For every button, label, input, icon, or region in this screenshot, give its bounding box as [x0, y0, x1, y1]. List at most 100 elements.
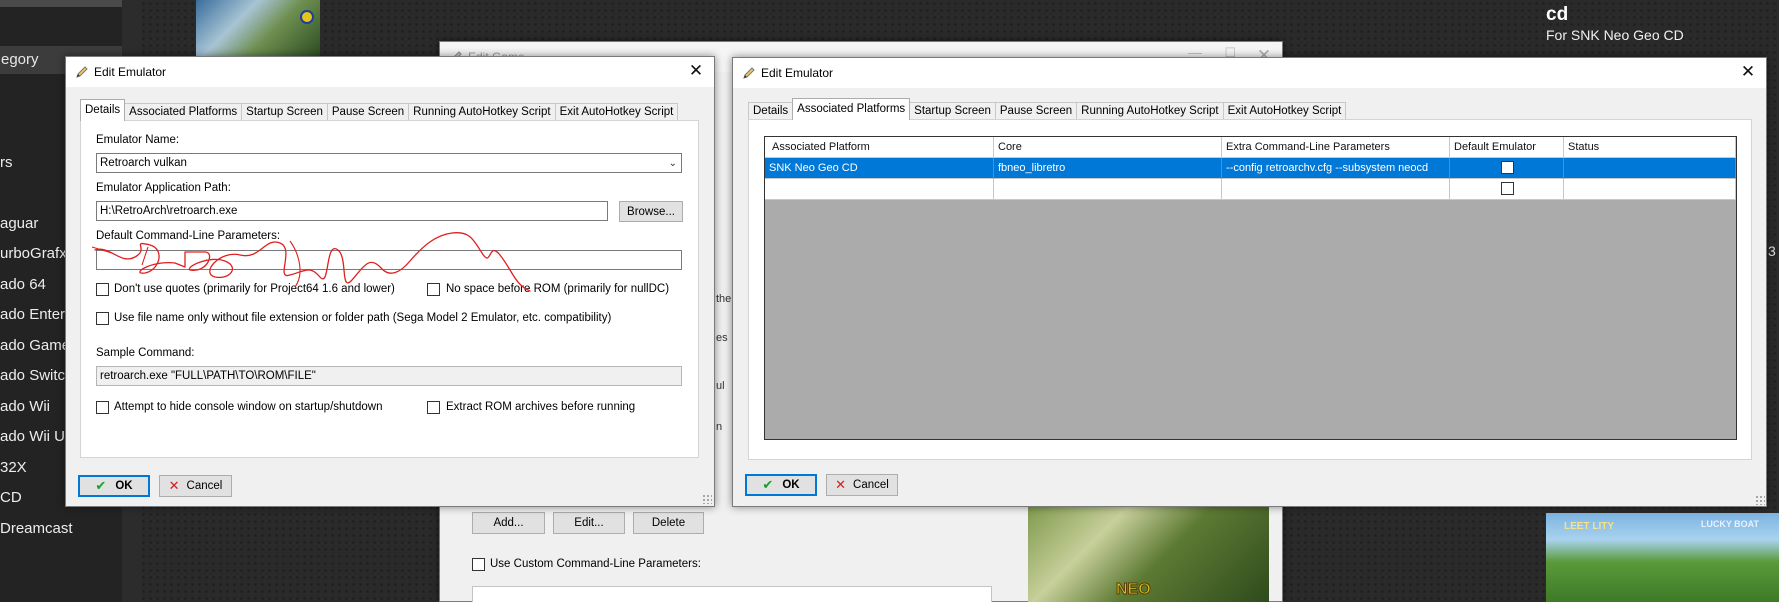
dont-use-quotes-label: Don't use quotes (primarily for Project6… — [114, 283, 395, 295]
status-cell[interactable] — [1564, 158, 1736, 179]
sidebar-item[interactable]: ado 64 — [0, 276, 46, 293]
default-emulator-checkbox[interactable] — [1500, 161, 1514, 174]
use-custom-params-checkbox[interactable] — [472, 558, 485, 571]
column-header-default-emulator[interactable]: Default Emulator — [1450, 137, 1564, 158]
sidebar-item[interactable]: urboGrafx- — [0, 245, 72, 262]
dialog-titlebar: Edit Emulator ✕ — [66, 57, 714, 87]
extract-rom-label: Extract ROM archives before running — [446, 401, 636, 413]
close-icon[interactable]: ✕ — [686, 61, 706, 81]
details-panel: Emulator Name: Retroarch vulkan ⌄ Emulat… — [80, 120, 699, 458]
platform-subtitle: For SNK Neo Geo CD — [1546, 27, 1684, 43]
app-path-input[interactable]: H:\RetroArch\retroarch.exe — [96, 201, 608, 221]
add-button[interactable]: Add... — [472, 512, 545, 534]
use-file-name-only-checkbox[interactable] — [96, 312, 109, 325]
sidebar-item[interactable]: 32X — [0, 459, 27, 476]
app-path-label: Emulator Application Path: — [96, 182, 231, 194]
edit-button[interactable]: Edit... — [553, 512, 625, 534]
cancel-label: Cancel — [853, 479, 889, 491]
default-params-input[interactable] — [96, 250, 682, 270]
column-header-extra-params[interactable]: Extra Command-Line Parameters — [1222, 137, 1450, 158]
column-header-status[interactable]: Status — [1564, 137, 1736, 158]
pencil-icon — [743, 67, 755, 79]
column-header-platform[interactable]: Associated Platform — [765, 137, 994, 158]
tab-startup-screen[interactable]: Startup Screen — [909, 102, 996, 120]
emulator-name-value: Retroarch vulkan — [100, 157, 187, 169]
sidebar-item[interactable]: ado Wii U — [0, 428, 65, 445]
dialog-title: Edit Emulator — [94, 65, 167, 79]
dialog-titlebar: Edit Emulator ✕ — [733, 58, 1766, 88]
sidebar-item[interactable]: CD — [0, 489, 22, 506]
sidebar-item[interactable]: ado Switch — [0, 367, 73, 384]
game-screenshot-thumbnail[interactable]: LEET LITY LUCKY BOAT — [1546, 513, 1779, 602]
golf-ball-art — [300, 10, 314, 24]
use-file-name-only-label: Use file name only without file extensio… — [114, 312, 612, 324]
no-space-before-rom-checkbox[interactable] — [427, 283, 440, 296]
sidebar-item[interactable]: aguar — [0, 215, 38, 232]
clipped-text: n — [716, 421, 723, 433]
tab-details[interactable]: Details — [748, 102, 794, 120]
clipped-text: ul — [716, 380, 725, 392]
core-cell[interactable]: fbneo_libretro — [994, 158, 1222, 179]
table-row[interactable] — [765, 179, 1736, 200]
cancel-x-icon: ✕ — [835, 477, 847, 492]
default-emulator-cell — [1450, 158, 1564, 179]
emulator-name-combo[interactable]: Retroarch vulkan ⌄ — [96, 153, 682, 173]
art-logo-text: NEO — [1116, 581, 1152, 599]
cancel-button[interactable]: ✕ Cancel — [826, 474, 898, 496]
hide-console-checkbox[interactable] — [96, 401, 109, 414]
resize-grip-icon[interactable] — [1755, 495, 1765, 505]
clipped-text: es — [716, 332, 728, 344]
tab-pause-screen[interactable]: Pause Screen — [326, 103, 410, 121]
tab-details[interactable]: Details — [80, 99, 126, 121]
tab-exit-autohotkey-script[interactable]: Exit AutoHotkey Script — [554, 103, 679, 121]
dialog-tabs: Details Associated Platforms Startup Scr… — [748, 98, 1347, 120]
column-header-core[interactable]: Core — [994, 137, 1222, 158]
screenshot-text: LEET LITY — [1564, 521, 1614, 532]
associated-platforms-grid[interactable]: Associated Platform Core Extra Command-L… — [764, 136, 1737, 440]
custom-params-textbox[interactable] — [472, 586, 992, 602]
screenshot-text: LUCKY BOAT — [1700, 519, 1759, 529]
game-thumbnail[interactable] — [196, 0, 320, 56]
table-row[interactable]: SNK Neo Geo CD fbneo_libretro --config r… — [765, 158, 1736, 179]
sidebar-item[interactable]: ado Wii — [0, 398, 50, 415]
sidebar-item[interactable]: rs — [0, 154, 13, 171]
delete-button[interactable]: Delete — [633, 512, 704, 534]
tab-running-autohotkey-script[interactable]: Running AutoHotkey Script — [1076, 102, 1224, 120]
edge-text: 3 — [1768, 243, 1776, 259]
checkmark-icon: ✔ — [762, 477, 774, 492]
checkmark-icon: ✔ — [95, 478, 107, 493]
sidebar-top-bar — [0, 0, 122, 7]
no-space-before-rom-label: No space before ROM (primarily for nullD… — [446, 283, 670, 295]
use-custom-params-label: Use Custom Command-Line Parameters: — [490, 558, 701, 570]
emulator-name-label: Emulator Name: — [96, 134, 180, 146]
browse-button[interactable]: Browse... — [619, 201, 683, 222]
ok-button[interactable]: ✔ OK — [78, 475, 150, 497]
default-emulator-checkbox[interactable] — [1500, 182, 1514, 195]
clipped-text: the — [716, 293, 732, 305]
status-cell[interactable] — [1564, 179, 1736, 200]
platform-cell[interactable] — [765, 179, 994, 200]
chevron-down-icon: ⌄ — [668, 158, 677, 169]
tab-pause-screen[interactable]: Pause Screen — [994, 102, 1078, 120]
ok-button[interactable]: ✔ OK — [745, 474, 817, 496]
extra-params-cell[interactable] — [1222, 179, 1450, 200]
tab-exit-autohotkey-script[interactable]: Exit AutoHotkey Script — [1222, 102, 1347, 120]
tab-startup-screen[interactable]: Startup Screen — [241, 103, 328, 121]
resize-grip-icon[interactable] — [702, 494, 712, 504]
default-params-label: Default Command-Line Parameters: — [96, 230, 281, 242]
pencil-icon — [76, 66, 88, 78]
sidebar-item[interactable]: Dreamcast — [0, 520, 73, 537]
cancel-label: Cancel — [186, 480, 223, 492]
platform-cell[interactable]: SNK Neo Geo CD — [765, 158, 994, 179]
cancel-x-icon: ✕ — [168, 478, 180, 493]
cancel-button[interactable]: ✕ Cancel — [159, 475, 232, 497]
extra-params-cell[interactable]: --config retroarchv.cfg --subsystem neoc… — [1222, 158, 1450, 179]
dont-use-quotes-checkbox[interactable] — [96, 283, 109, 296]
tab-associated-platforms[interactable]: Associated Platforms — [124, 103, 243, 121]
tab-associated-platforms[interactable]: Associated Platforms — [792, 98, 911, 120]
tab-running-autohotkey-script[interactable]: Running AutoHotkey Script — [408, 103, 556, 121]
edit-emulator-dialog-details: Edit Emulator ✕ Details Associated Platf… — [65, 56, 715, 507]
extract-rom-checkbox[interactable] — [427, 401, 440, 414]
core-cell[interactable] — [994, 179, 1222, 200]
close-icon[interactable]: ✕ — [1738, 62, 1758, 82]
